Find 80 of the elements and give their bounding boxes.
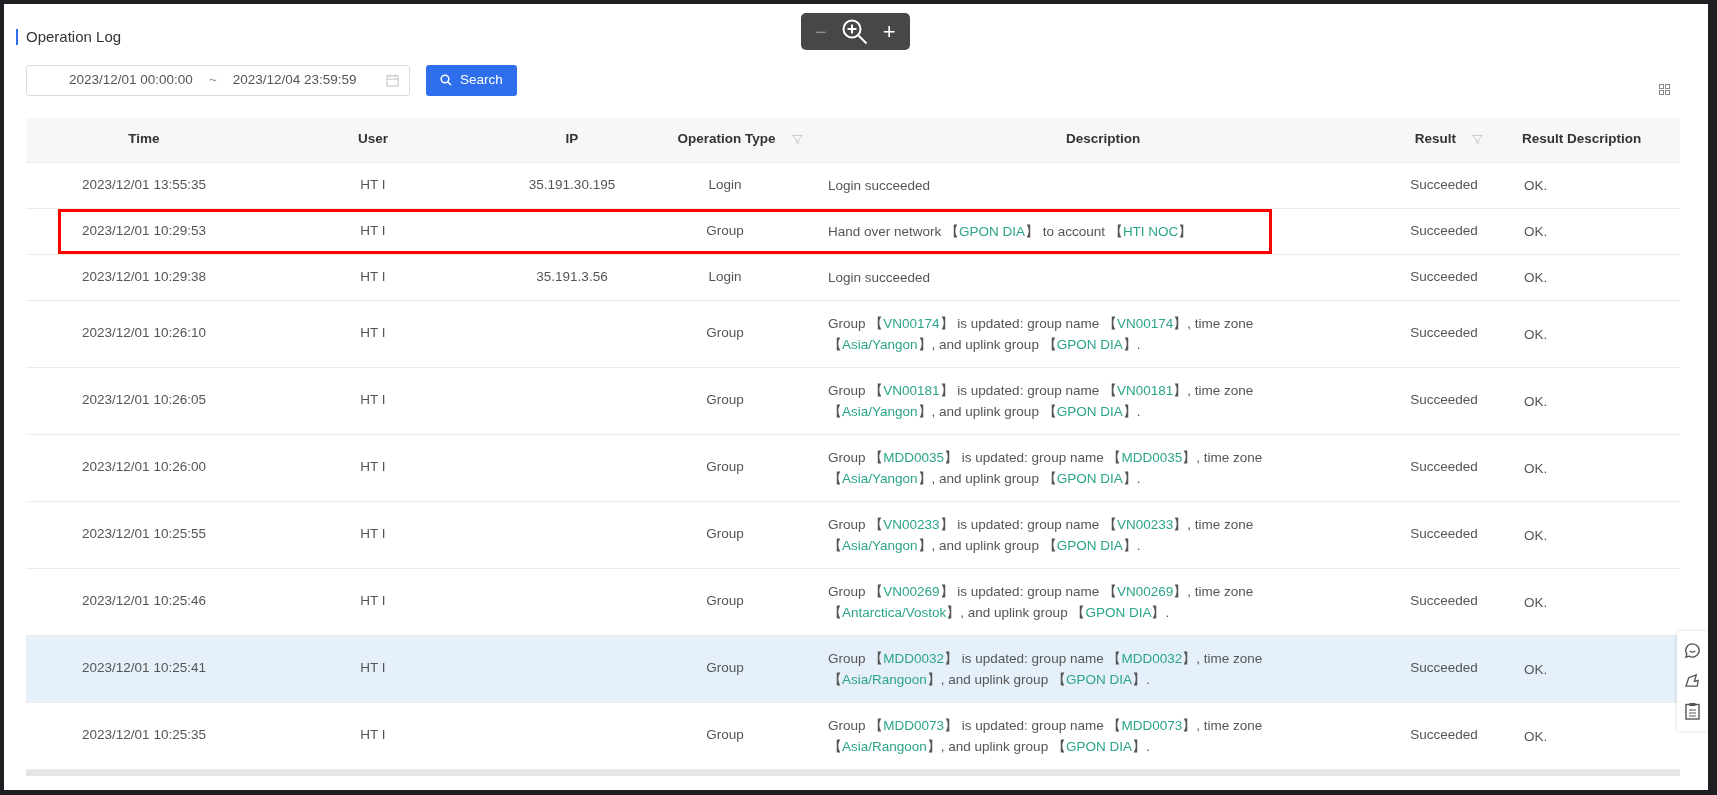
table-cell: OK. <box>1524 594 1548 610</box>
table-cell: OK. <box>1524 270 1548 285</box>
table-cell-text: Succeeded <box>1410 391 1478 410</box>
table-cell: OK. <box>1524 661 1548 677</box>
table-cell-text: HT I <box>360 458 386 477</box>
zoom-in-button[interactable]: + <box>882 15 896 48</box>
table-cell-text: HT I <box>360 525 386 544</box>
table-cell-text: HT I <box>360 175 386 194</box>
table-cell-text: Group <box>706 458 744 477</box>
description-text: Group 【MDD0035】 is updated: group name 【MDD0035】, time zone 【Asia/Yangon】, and uplink group 【GPON DIA】. <box>828 448 1264 488</box>
table-cell-text: 2023/12/01 10:29:38 <box>82 267 206 286</box>
search-icon <box>440 74 452 86</box>
table-cell-text: Succeeded <box>1410 221 1478 240</box>
table-cell: OK. <box>1524 326 1548 342</box>
table-cell-text: 2023/12/01 10:25:46 <box>82 592 206 611</box>
date-range-field[interactable]: 2023/12/01 00:00:00 ~ 2023/12/04 23:59:59 <box>26 64 410 96</box>
table-cell-text: 2023/12/01 13:55:35 <box>82 175 206 194</box>
description-text: Login succeeded <box>828 268 932 287</box>
table-cell-text: Succeeded <box>1410 175 1478 194</box>
description-text: Group 【VN00233】 is updated: group name 【VN00233】, time zone 【Asia/Yangon】, and uplink group 【GPON DIA】. <box>828 515 1255 555</box>
table-cell-text: HT I <box>360 592 386 611</box>
table-cell-text: Login <box>708 175 742 194</box>
table-cell-text: HT I <box>360 221 386 240</box>
table-cell-text: Succeeded <box>1410 726 1478 745</box>
column-header[interactable]: Description <box>1066 129 1141 150</box>
table-cell-text: Succeeded <box>1410 592 1478 611</box>
table-row[interactable]: 2023/12/01 10:29:53 HT I Group Hand over network 【GPON DIA】 to account 【HTI NOC】 Succeeded OK. <box>26 208 1680 255</box>
table-cell: OK. <box>1524 460 1548 476</box>
table-cell-text: Group <box>706 324 744 343</box>
table-cell-text: Login <box>708 267 742 286</box>
table-cell-text: Group <box>706 659 744 678</box>
table-cell-text: HT I <box>360 659 386 678</box>
table-cell-text: Group <box>706 525 744 544</box>
table-cell-text: 2023/12/01 10:26:10 <box>82 324 206 343</box>
table-cell-text: 35.191.30.195 <box>528 175 616 194</box>
table-cell-text: Group <box>706 592 744 611</box>
table-row[interactable]: 2023/12/01 10:25:41 HT I Group Group 【MDD0032】 is updated: group name 【MDD0032】, time zone 【Asia/Rangoon】, and uplink group 【GPON DIA】. Succeeded OK. <box>26 635 1680 703</box>
zoom-in-icon[interactable] <box>840 17 869 46</box>
table-cell-text: Group <box>706 726 744 745</box>
table-cell-text: HT I <box>360 726 386 745</box>
table-cell-text: 2023/12/01 10:25:35 <box>82 726 206 745</box>
search-button[interactable]: Search <box>426 64 517 96</box>
description-text: Hand over network 【GPON DIA】 to account 【HTI NOC】 <box>828 222 1194 241</box>
column-header[interactable]: Time <box>128 129 160 150</box>
chat-bubble-icon[interactable] <box>1684 641 1701 659</box>
column-header[interactable]: IP <box>565 129 579 150</box>
column-header[interactable]: Operation Type <box>677 129 803 150</box>
description-text: Group 【VN00174】 is updated: group name 【VN00174】, time zone 【Asia/Yangon】, and uplink group 【GPON DIA】. <box>828 314 1255 354</box>
table-cell-text: Group <box>706 391 744 410</box>
description-text: Group 【VN00181】 is updated: group name 【VN00181】, time zone 【Asia/Yangon】, and uplink group 【GPON DIA】. <box>828 381 1255 421</box>
table-cell-text: 35.191.3.56 <box>536 267 608 286</box>
table-cell-text: 2023/12/01 10:25:55 <box>82 525 206 544</box>
table-cell-text: 2023/12/01 10:25:41 <box>82 659 206 678</box>
description-text: Group 【MDD0032】 is updated: group name 【MDD0032】, time zone 【Asia/Rangoon】, and uplink group 【GPON DIA】. <box>828 649 1264 689</box>
description-text: Group 【MDD0073】 is updated: group name 【MDD0073】, time zone 【Asia/Rangoon】, and uplink group 【GPON DIA】. <box>828 716 1264 756</box>
table-cell-text: Group <box>706 221 744 240</box>
table-cell-text: HT I <box>360 391 386 410</box>
table-cell-text: 2023/12/01 10:29:53 <box>82 221 206 240</box>
table-cell-text: Succeeded <box>1410 324 1478 343</box>
table-cell-text: 2023/12/01 10:26:00 <box>82 458 206 477</box>
table-cell-text: Succeeded <box>1410 267 1478 286</box>
column-header[interactable]: User <box>358 129 388 150</box>
table-cell: OK. <box>1524 393 1548 409</box>
page-title: Operation Log <box>26 27 122 47</box>
table-cell: OK. <box>1524 728 1548 744</box>
description-text: Group 【VN00269】 is updated: group name 【VN00269】, time zone 【Antarctica/Vostok】, and uplink group 【GPON DIA】. <box>828 582 1255 622</box>
column-settings-icon[interactable] <box>1659 84 1670 95</box>
table-cell: OK. <box>1524 178 1548 193</box>
table-cell: OK. <box>1524 224 1548 239</box>
table-cell-text: Succeeded <box>1410 659 1478 678</box>
table-cell-text: Succeeded <box>1410 458 1478 477</box>
column-header[interactable]: Result <box>1414 129 1484 150</box>
table-cell-text: HT I <box>360 324 386 343</box>
table-cell-text: 2023/12/01 10:26:05 <box>82 391 206 410</box>
clipboard-icon[interactable] <box>1685 702 1700 721</box>
table-cell: OK. <box>1524 527 1548 543</box>
table-cell-text: HT I <box>360 267 386 286</box>
column-header[interactable]: Result Description <box>1522 129 1642 150</box>
table-cell-text: Succeeded <box>1410 525 1478 544</box>
description-text: Login succeeded <box>828 176 932 195</box>
